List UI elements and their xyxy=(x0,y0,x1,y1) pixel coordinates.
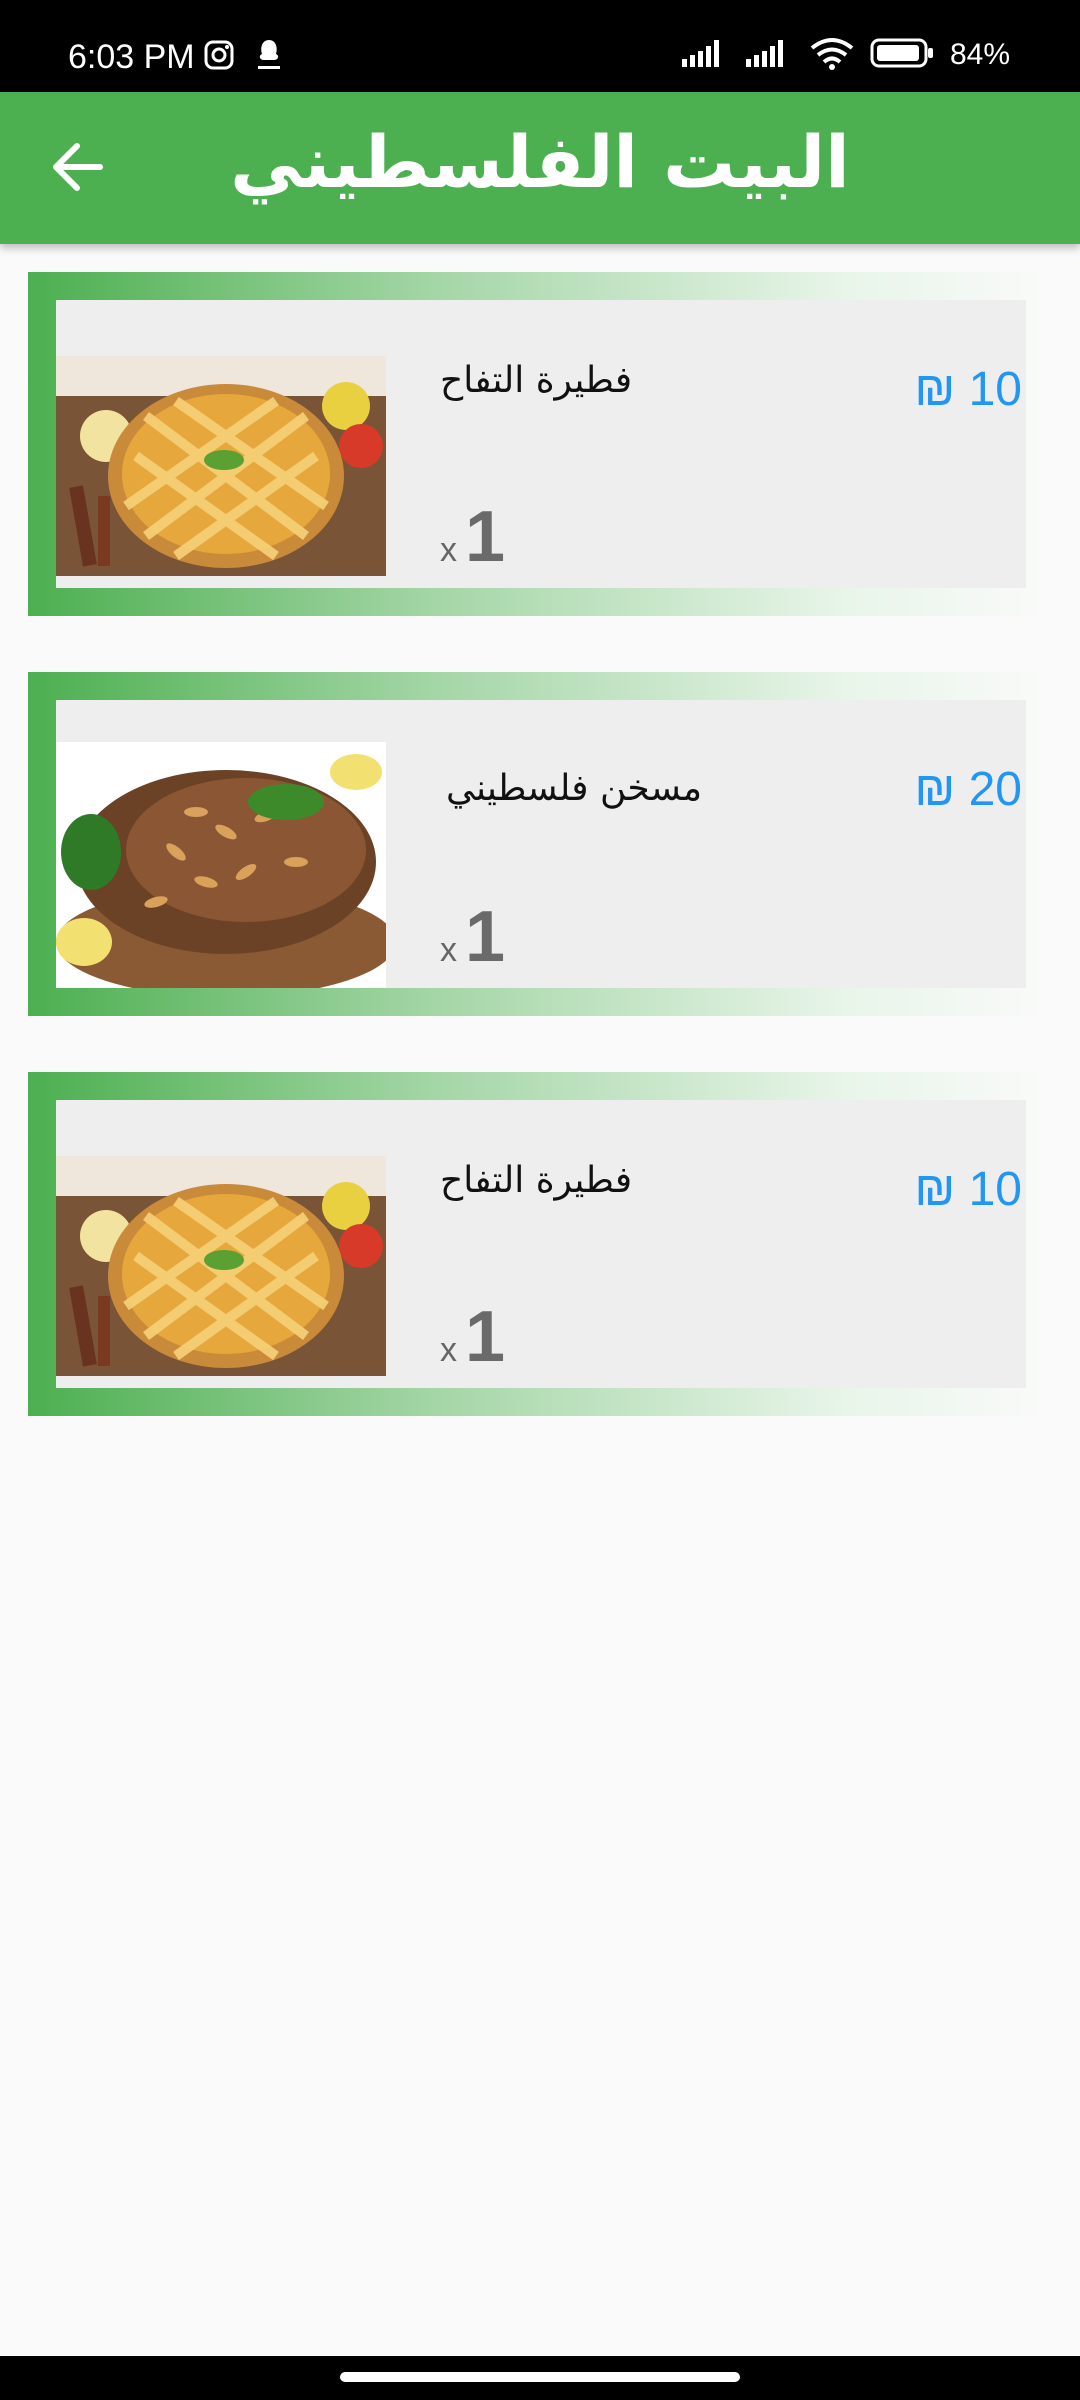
cart-item[interactable]: فطيرة التفاح ₪ 10 x1 xyxy=(28,1072,1052,1416)
battery-icon xyxy=(870,37,936,73)
musakhan-image xyxy=(56,742,386,988)
app-notification-icon xyxy=(252,36,286,80)
cart-item-content: فطيرة التفاح ₪ 10 x1 xyxy=(56,300,1026,588)
quantity-value: 1 xyxy=(465,497,506,577)
instagram-icon xyxy=(204,40,234,74)
item-name: فطيرة التفاح xyxy=(440,360,633,401)
signal-icon xyxy=(680,37,730,73)
system-navigation-bar xyxy=(0,2356,1080,2400)
status-time: 6:03 PM xyxy=(68,38,195,76)
app-bar: البيت الفلسطيني xyxy=(0,92,1080,244)
apple-pie-image xyxy=(56,356,386,576)
item-name: مسخن فلسطيني xyxy=(446,768,702,809)
status-bar: 6:03 PM 84% xyxy=(0,0,1080,92)
wifi-icon xyxy=(808,36,856,74)
item-price: ₪ 10 xyxy=(914,1163,1022,1216)
item-name: فطيرة التفاح xyxy=(440,1160,633,1201)
battery-percentage: 84% xyxy=(949,38,1010,71)
home-gesture-handle[interactable] xyxy=(340,2372,740,2382)
item-quantity: x1 xyxy=(440,896,505,978)
item-price: ₪ 20 xyxy=(914,763,1022,816)
cart-item-content: مسخن فلسطيني ₪ 20 x1 xyxy=(56,700,1026,988)
quantity-prefix: x xyxy=(440,931,457,969)
item-quantity: x1 xyxy=(440,496,505,578)
quantity-value: 1 xyxy=(465,897,506,977)
cart-item[interactable]: مسخن فلسطيني ₪ 20 x1 xyxy=(28,672,1052,1016)
quantity-prefix: x xyxy=(440,531,457,569)
signal-icon xyxy=(744,37,794,73)
quantity-prefix: x xyxy=(440,1331,457,1369)
page-title: البيت الفلسطيني xyxy=(230,120,850,204)
apple-pie-image xyxy=(56,1156,386,1376)
item-price: ₪ 10 xyxy=(914,363,1022,416)
quantity-value: 1 xyxy=(465,1297,506,1377)
cart-item[interactable]: فطيرة التفاح ₪ 10 x1 xyxy=(28,272,1052,616)
cart-item-content: فطيرة التفاح ₪ 10 x1 xyxy=(56,1100,1026,1388)
item-quantity: x1 xyxy=(440,1296,505,1378)
